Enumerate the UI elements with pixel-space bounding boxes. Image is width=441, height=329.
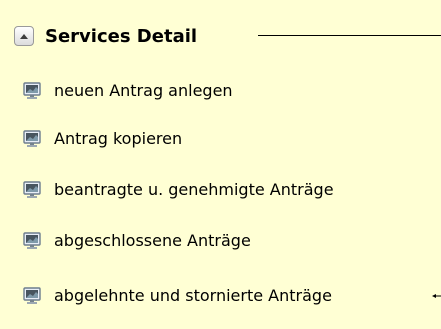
menu-item-label: Antrag kopieren [54,129,183,148]
monitor-icon [23,130,41,147]
menu-item-approved-requests[interactable]: beantragte u. genehmigte Anträge [22,178,334,202]
menu-item-label: abgelehnte und stornierte Anträge [54,286,332,305]
triangle-up-icon [20,33,28,39]
header-divider [258,35,441,36]
services-detail-panel: Services Detail neuen Antrag anlegen Ant… [0,0,441,329]
menu-item-rejected-cancelled-requests[interactable]: abgelehnte und stornierte Anträge [22,284,332,308]
panel-title: Services Detail [45,25,198,47]
monitor-icon [23,181,41,198]
monitor-icon [23,287,41,304]
monitor-icon [23,232,41,249]
collapse-button[interactable] [14,26,34,46]
monitor-icon [23,82,41,99]
menu-item-copy-request[interactable]: Antrag kopieren [22,127,182,151]
panel-header: Services Detail [14,23,197,49]
menu-item-completed-requests[interactable]: abgeschlossene Anträge [22,229,251,253]
menu-item-label: neuen Antrag anlegen [54,81,233,100]
menu-item-label: abgeschlossene Anträge [54,231,251,250]
menu-item-new-request[interactable]: neuen Antrag anlegen [22,79,233,103]
pointer-arrow-icon [432,294,441,298]
menu-item-label: beantragte u. genehmigte Anträge [54,180,334,199]
